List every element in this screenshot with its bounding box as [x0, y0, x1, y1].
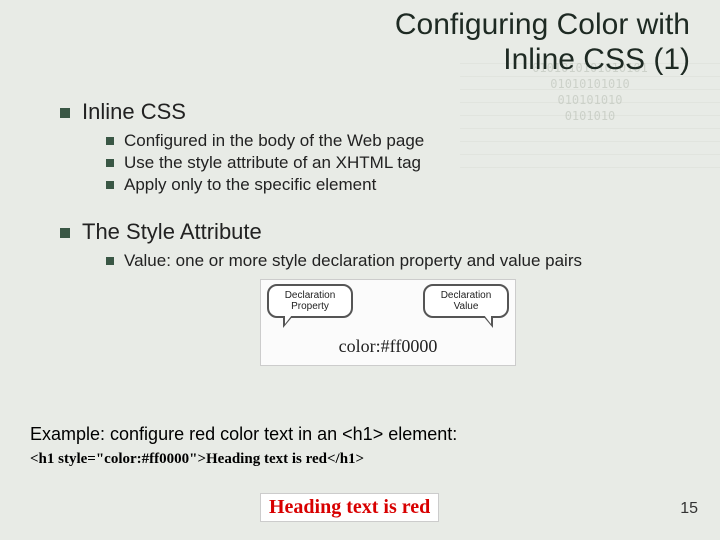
- section-heading-text: The Style Attribute: [82, 219, 262, 244]
- example-block: Example: configure red color text in an …: [30, 424, 690, 468]
- square-bullet-icon: [60, 108, 70, 118]
- title-line2: Inline CSS (1): [503, 43, 690, 76]
- page-number: 15: [680, 500, 698, 518]
- speech-bubble-right: Declaration Value: [423, 284, 509, 318]
- slide-body: Inline CSS Configured in the body of the…: [60, 95, 690, 374]
- section-heading-style-attribute: The Style Attribute: [60, 219, 690, 245]
- list-item: Use the style attribute of an XHTML tag: [106, 153, 690, 173]
- list-item: Value: one or more style declaration pro…: [106, 251, 690, 271]
- square-bullet-icon: [106, 257, 114, 265]
- section-heading-text: Inline CSS: [82, 99, 186, 124]
- section-heading-inline-css: Inline CSS: [60, 99, 690, 125]
- title-line1: Configuring Color with: [395, 8, 690, 41]
- example-intro: Example: configure red color text in an …: [30, 424, 690, 445]
- diagram-code-text: color:#ff0000: [267, 336, 509, 357]
- rendered-output: Heading text is red: [260, 493, 439, 522]
- square-bullet-icon: [106, 137, 114, 145]
- speech-bubble-left: Declaration Property: [267, 284, 353, 318]
- slide-title: Configuring Color with Inline CSS (1): [0, 8, 690, 77]
- list-item: Configured in the body of the Web page: [106, 131, 690, 151]
- example-code: <h1 style="color:#ff0000">Heading text i…: [30, 451, 690, 468]
- square-bullet-icon: [106, 181, 114, 189]
- declaration-diagram: Declaration Property Declaration Value c…: [260, 279, 516, 366]
- square-bullet-icon: [60, 228, 70, 238]
- list-item: Apply only to the specific element: [106, 175, 690, 195]
- square-bullet-icon: [106, 159, 114, 167]
